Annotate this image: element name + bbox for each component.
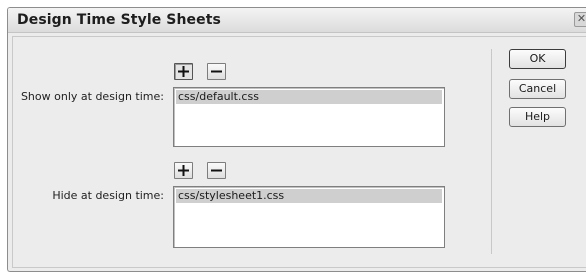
hide-at-design-time-label: Hide at design time: xyxy=(52,189,164,202)
help-button[interactable]: Help xyxy=(509,107,566,127)
cancel-button[interactable]: Cancel xyxy=(509,79,566,99)
vertical-divider xyxy=(491,49,492,254)
minus-icon xyxy=(211,70,222,73)
title-bar: Design Time Style Sheets ✕ xyxy=(8,8,586,33)
hide-at-design-time-listbox[interactable]: css/stylesheet1.css xyxy=(173,186,445,248)
plus-icon xyxy=(178,165,189,176)
dialog-content: Show only at design time: css/default.cs… xyxy=(12,36,586,268)
list-item[interactable]: css/stylesheet1.css xyxy=(176,189,442,203)
hide-add-button[interactable] xyxy=(174,162,193,179)
show-remove-button[interactable] xyxy=(207,63,226,80)
list-item[interactable]: css/default.css xyxy=(176,90,442,104)
minus-icon xyxy=(211,169,222,172)
close-icon: ✕ xyxy=(576,12,586,25)
show-only-label: Show only at design time: xyxy=(20,90,164,103)
show-add-button[interactable] xyxy=(174,63,193,80)
hide-remove-button[interactable] xyxy=(207,162,226,179)
show-only-listbox[interactable]: css/default.css xyxy=(173,87,445,147)
close-button[interactable]: ✕ xyxy=(574,12,586,27)
dialog-title: Design Time Style Sheets xyxy=(17,12,221,28)
ok-button[interactable]: OK xyxy=(509,49,566,69)
design-time-style-sheets-dialog: Design Time Style Sheets ✕ Show only at … xyxy=(7,7,586,272)
plus-icon xyxy=(178,66,189,77)
